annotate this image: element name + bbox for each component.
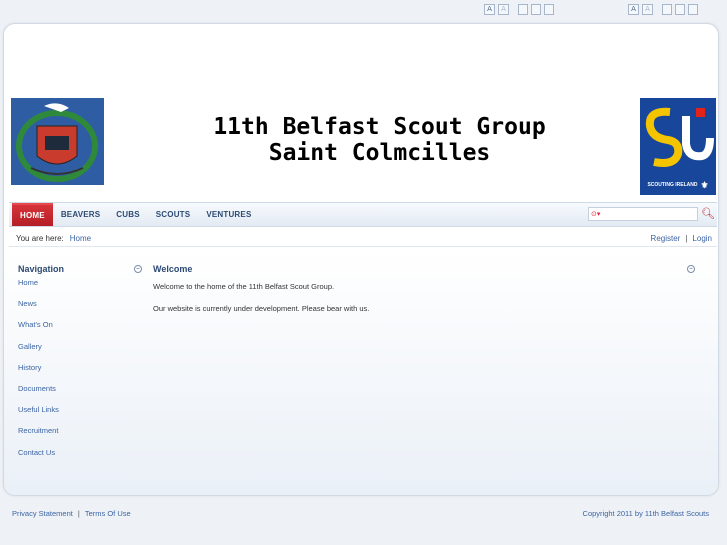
site-title-line1: 11th Belfast Scout Group bbox=[213, 114, 546, 140]
footer-separator: | bbox=[77, 509, 80, 518]
breadcrumb-prefix: You are here: bbox=[16, 234, 64, 243]
main-content: Welcome – Welcome to the home of the 11t… bbox=[153, 264, 695, 326]
sidebar-item-home[interactable]: Home bbox=[18, 278, 142, 299]
content-paragraph-1: Welcome to the home of the 11th Belfast … bbox=[153, 282, 335, 291]
copyright-text: Copyright 2011 by 11th Belfast Scouts bbox=[582, 509, 709, 518]
register-link[interactable]: Register bbox=[651, 234, 681, 243]
nav-beavers[interactable]: BEAVERS bbox=[53, 203, 108, 226]
user-links: Register | Login bbox=[651, 234, 717, 243]
search-area: ⊙▾ 🔍︎ bbox=[588, 207, 717, 221]
logo-text-block: SCOUTING IRELAND ⚜ bbox=[640, 175, 716, 195]
main-nav: HOME BEAVERS CUBS SCOUTS VENTURES ⊙▾ 🔍︎ bbox=[9, 202, 717, 227]
terms-link[interactable]: Terms Of Use bbox=[85, 509, 131, 518]
narrow-layout-icon[interactable] bbox=[518, 4, 528, 15]
sidebar-item-history[interactable]: History bbox=[18, 363, 142, 384]
sidebar-title: Navigation bbox=[18, 264, 65, 274]
collapse-icon[interactable]: – bbox=[134, 265, 142, 273]
increase-font-button[interactable]: A bbox=[484, 4, 495, 15]
sidebar-item-useful-links[interactable]: Useful Links bbox=[18, 405, 142, 426]
breadcrumb: You are here: Home Register | Login bbox=[9, 231, 717, 247]
nav-ventures[interactable]: VENTURES bbox=[198, 203, 259, 226]
content-paragraph-2: Our website is currently under developme… bbox=[153, 304, 370, 313]
privacy-link[interactable]: Privacy Statement bbox=[12, 509, 73, 518]
site-title-line2: Saint Colmcilles bbox=[268, 140, 491, 166]
medium-layout-icon[interactable] bbox=[531, 4, 541, 15]
fleur-de-lis-icon: ⚜ bbox=[700, 180, 709, 190]
search-input[interactable]: ⊙▾ bbox=[588, 207, 699, 221]
sidebar-item-documents[interactable]: Documents bbox=[18, 384, 142, 405]
content-title: Welcome bbox=[153, 264, 193, 274]
nav-scouts[interactable]: SCOUTS bbox=[148, 203, 199, 226]
wide-layout-icon[interactable] bbox=[544, 4, 554, 15]
sidebar-item-recruitment[interactable]: Recruitment bbox=[18, 426, 142, 447]
sidebar: Navigation – Home News What's On Gallery… bbox=[18, 264, 142, 469]
footer: Privacy Statement | Terms Of Use Copyrig… bbox=[12, 509, 709, 518]
sidebar-item-news[interactable]: News bbox=[18, 299, 142, 320]
decrease-font-button[interactable]: A bbox=[642, 4, 653, 15]
sidebar-item-gallery[interactable]: Gallery bbox=[18, 342, 142, 363]
search-icon[interactable]: 🔍︎ bbox=[701, 208, 715, 220]
scouting-ireland-mark-icon bbox=[640, 98, 716, 175]
banner: 11th Belfast Scout Group Saint Colmcille… bbox=[4, 24, 718, 202]
nav-home[interactable]: HOME bbox=[12, 203, 53, 226]
collapse-icon[interactable]: – bbox=[687, 265, 695, 273]
content-header: Welcome – bbox=[153, 264, 695, 274]
sidebar-item-whats-on[interactable]: What's On bbox=[18, 320, 142, 341]
site-title: 11th Belfast Scout Group Saint Colmcille… bbox=[4, 114, 718, 166]
logo-text: SCOUTING IRELAND bbox=[647, 182, 698, 188]
increase-font-button[interactable]: A bbox=[628, 4, 639, 15]
breadcrumb-trail: You are here: Home bbox=[9, 234, 91, 243]
nav-cubs[interactable]: CUBS bbox=[108, 203, 147, 226]
breadcrumb-home-link[interactable]: Home bbox=[70, 234, 91, 243]
medium-layout-icon[interactable] bbox=[675, 4, 685, 15]
narrow-layout-icon[interactable] bbox=[662, 4, 672, 15]
sidebar-item-contact-us[interactable]: Contact Us bbox=[18, 448, 142, 469]
footer-links: Privacy Statement | Terms Of Use bbox=[12, 509, 131, 518]
font-size-controls-left: A A bbox=[484, 4, 554, 15]
sidebar-header: Navigation – bbox=[18, 264, 142, 274]
scouting-ireland-logo[interactable]: SCOUTING IRELAND ⚜ bbox=[640, 98, 716, 195]
font-size-controls-right: A A bbox=[628, 4, 698, 15]
search-options-icon[interactable]: ⊙▾ bbox=[591, 210, 603, 218]
logo-top bbox=[640, 98, 716, 175]
decrease-font-button[interactable]: A bbox=[498, 4, 509, 15]
wide-layout-icon[interactable] bbox=[688, 4, 698, 15]
user-links-separator: | bbox=[685, 234, 688, 243]
login-link[interactable]: Login bbox=[692, 234, 712, 243]
